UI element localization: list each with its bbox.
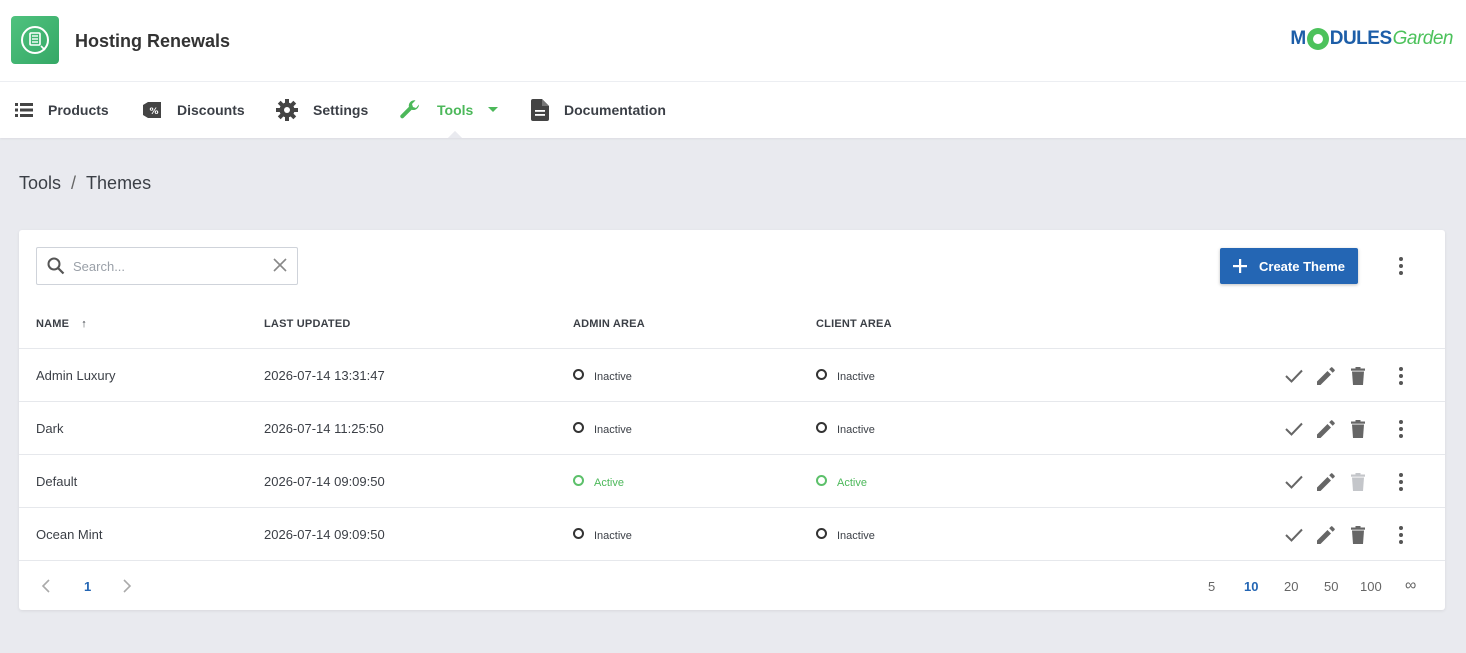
search-input[interactable] [73, 258, 253, 274]
row-more-options-icon[interactable] [1391, 472, 1411, 492]
delete-trash-icon [1348, 472, 1368, 492]
nav-item-settings[interactable]: Settings [276, 82, 368, 138]
delete-trash-icon[interactable] [1348, 525, 1368, 545]
list-icon [15, 103, 33, 117]
status-ring-icon [573, 474, 584, 486]
last-updated: 2026-07-14 11:25:50 [264, 421, 384, 436]
theme-name: Admin Luxury [36, 368, 116, 383]
edit-pencil-icon[interactable] [1316, 525, 1336, 545]
breadcrumb-current: Themes [86, 173, 152, 193]
wrench-icon [400, 100, 419, 119]
create-theme-button[interactable]: Create Theme [1220, 248, 1358, 284]
last-updated: 2026-07-14 13:31:47 [264, 368, 385, 383]
edit-pencil-icon[interactable] [1316, 419, 1336, 439]
page-number[interactable]: 1 [84, 562, 91, 610]
page-size-option[interactable]: 100 [1360, 562, 1382, 610]
status-ring-icon [816, 421, 827, 433]
close-icon[interactable] [273, 258, 287, 272]
client-area-status: Inactive [816, 349, 875, 402]
pagination: 1 5 10 20 50 100 ∞ [19, 562, 1445, 610]
top-header: Hosting Renewals M DULES Garden [0, 0, 1466, 82]
brand-logo[interactable]: M DULES Garden [1290, 28, 1454, 50]
table-row: Dark 2026-07-14 11:25:50 Inactive Inactive [19, 402, 1445, 455]
search-box[interactable] [36, 247, 298, 285]
row-more-options-icon[interactable] [1391, 419, 1411, 439]
nav-item-documentation[interactable]: Documentation [531, 82, 666, 138]
sort-ascending-icon: ↑ [81, 318, 87, 330]
admin-area-status: Inactive [573, 349, 632, 402]
status-ring-icon [573, 527, 584, 539]
search-icon [47, 257, 65, 275]
page-size-option[interactable]: 50 [1324, 562, 1338, 610]
delete-trash-icon[interactable] [1348, 419, 1368, 439]
admin-area-status: Inactive [573, 508, 632, 561]
status-ring-icon [816, 527, 827, 539]
next-page-icon[interactable] [122, 562, 132, 610]
status-ring-icon [573, 421, 584, 433]
activate-check-icon[interactable] [1284, 472, 1304, 492]
caret-down-icon [488, 107, 499, 112]
status-ring-icon [816, 474, 827, 486]
row-more-options-icon[interactable] [1391, 366, 1411, 386]
activate-check-icon[interactable] [1284, 419, 1304, 439]
discount-tag-icon: % [143, 102, 161, 118]
svg-text:%: % [149, 107, 158, 117]
main-nav: Products % Discounts Settings Tools Docu… [0, 82, 1466, 138]
last-updated: 2026-07-14 09:09:50 [264, 474, 385, 489]
theme-name: Ocean Mint [36, 527, 103, 542]
column-header-admin-area[interactable]: ADMIN AREA [573, 318, 645, 330]
prev-page-icon[interactable] [41, 562, 51, 610]
gear-icon [276, 99, 298, 121]
page-size-option-selected[interactable]: 10 [1244, 562, 1258, 610]
page-size-option-all[interactable]: ∞ [1405, 562, 1416, 610]
column-header-last-updated[interactable]: LAST UPDATED [264, 318, 351, 330]
themes-card: Create Theme NAME↑ LAST UPDATED ADMIN AR… [19, 230, 1445, 610]
table-row: Ocean Mint 2026-07-14 09:09:50 Inactive Ina… [19, 508, 1445, 561]
breadcrumb-root[interactable]: Tools [19, 173, 61, 194]
page-size-option[interactable]: 20 [1284, 562, 1298, 610]
active-tab-pointer [448, 130, 462, 138]
row-more-options-icon[interactable] [1391, 525, 1411, 545]
document-icon [531, 99, 549, 121]
delete-trash-icon[interactable] [1348, 366, 1368, 386]
admin-area-status: Active [573, 455, 624, 508]
edit-pencil-icon[interactable] [1316, 472, 1336, 492]
status-ring-icon [816, 368, 827, 380]
more-options-icon[interactable] [1391, 256, 1411, 276]
client-area-status: Inactive [816, 508, 875, 561]
column-header-name[interactable]: NAME ↑ [36, 318, 87, 330]
admin-area-status: Inactive [573, 402, 632, 455]
nav-item-products[interactable]: Products [15, 82, 109, 138]
client-area-status: Inactive [816, 402, 875, 455]
breadcrumb: Tools / Themes [19, 173, 151, 194]
table-header: NAME ↑ LAST UPDATED ADMIN AREA CLIENT ARE… [19, 318, 1445, 349]
plus-icon [1233, 259, 1247, 273]
app-title: Hosting Renewals [75, 31, 231, 51]
theme-name: Default [36, 474, 78, 489]
edit-pencil-icon[interactable] [1316, 366, 1336, 386]
activate-check-icon[interactable] [1284, 525, 1304, 545]
app-logo-icon [11, 16, 59, 64]
theme-name: Dark [36, 421, 64, 436]
client-area-status: Active [816, 455, 867, 508]
table-row: Admin Luxury 2026-07-14 13:31:47 Inactive I… [19, 349, 1445, 402]
nav-item-discounts[interactable]: % Discounts [142, 82, 245, 138]
breadcrumb-separator: / [71, 173, 77, 193]
brand-ring-icon [1306, 28, 1329, 50]
last-updated: 2026-07-14 09:09:50 [264, 527, 385, 542]
activate-check-icon[interactable] [1284, 366, 1304, 386]
page-size-option[interactable]: 5 [1208, 562, 1215, 610]
status-ring-icon [573, 368, 584, 380]
column-header-client-area[interactable]: CLIENT AREA [816, 318, 892, 330]
table-row: Default 2026-07-14 09:09:50 Active Active [19, 455, 1445, 508]
